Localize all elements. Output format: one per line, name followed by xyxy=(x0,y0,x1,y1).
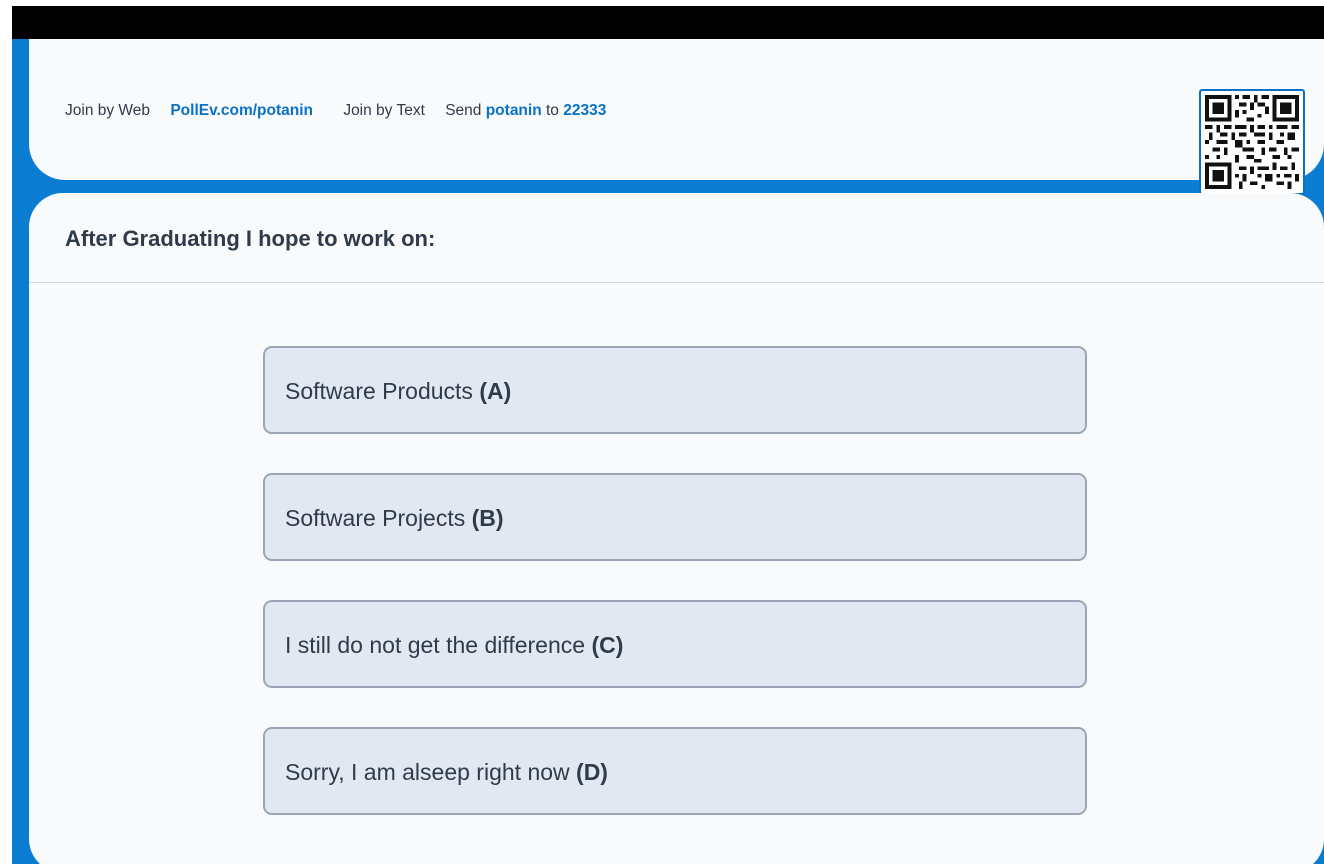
option-label: Software Products (A) xyxy=(285,377,511,405)
presentation-frame: Join by Web PollEv.com/potanin Join by T… xyxy=(12,6,1324,864)
text-number: 22333 xyxy=(563,102,607,119)
join-instructions: Join by Web PollEv.com/potanin Join by T… xyxy=(65,101,606,121)
question-divider xyxy=(29,282,1324,283)
option-text: I still do not get the difference xyxy=(285,632,586,658)
option-key: (A) xyxy=(479,378,512,404)
poll-option-c[interactable]: I still do not get the difference (C) xyxy=(263,600,1087,688)
poll-question: After Graduating I hope to work on: xyxy=(65,226,436,251)
option-text: Software Projects xyxy=(285,505,466,531)
join-web-url[interactable]: PollEv.com/potanin xyxy=(170,102,313,119)
poll-option-d[interactable]: Sorry, I am alseep right now (D) xyxy=(263,727,1087,815)
poll-option-a[interactable]: Software Products (A) xyxy=(263,346,1087,434)
send-prefix: Send xyxy=(445,102,482,119)
option-key: (B) xyxy=(471,505,504,531)
top-black-bar xyxy=(12,6,1324,39)
poll-option-b[interactable]: Software Projects (B) xyxy=(263,473,1087,561)
poll-card: After Graduating I hope to work on: Soft… xyxy=(29,193,1324,864)
to-word: to xyxy=(546,102,559,119)
option-label: Software Projects (B) xyxy=(285,504,504,532)
join-instructions-header: Join by Web PollEv.com/potanin Join by T… xyxy=(29,39,1324,195)
option-text: Software Products xyxy=(285,378,473,404)
join-text-label: Join by Text xyxy=(343,102,425,119)
text-keyword: potanin xyxy=(485,102,542,119)
option-key: (D) xyxy=(576,759,608,785)
option-label: I still do not get the difference (C) xyxy=(285,631,623,659)
option-text: Sorry, I am alseep right now xyxy=(285,759,570,785)
option-label: Sorry, I am alseep right now (D) xyxy=(285,758,608,786)
join-web-label: Join by Web xyxy=(65,102,151,119)
option-key: (C) xyxy=(591,632,624,658)
qr-code-icon xyxy=(1199,89,1305,195)
